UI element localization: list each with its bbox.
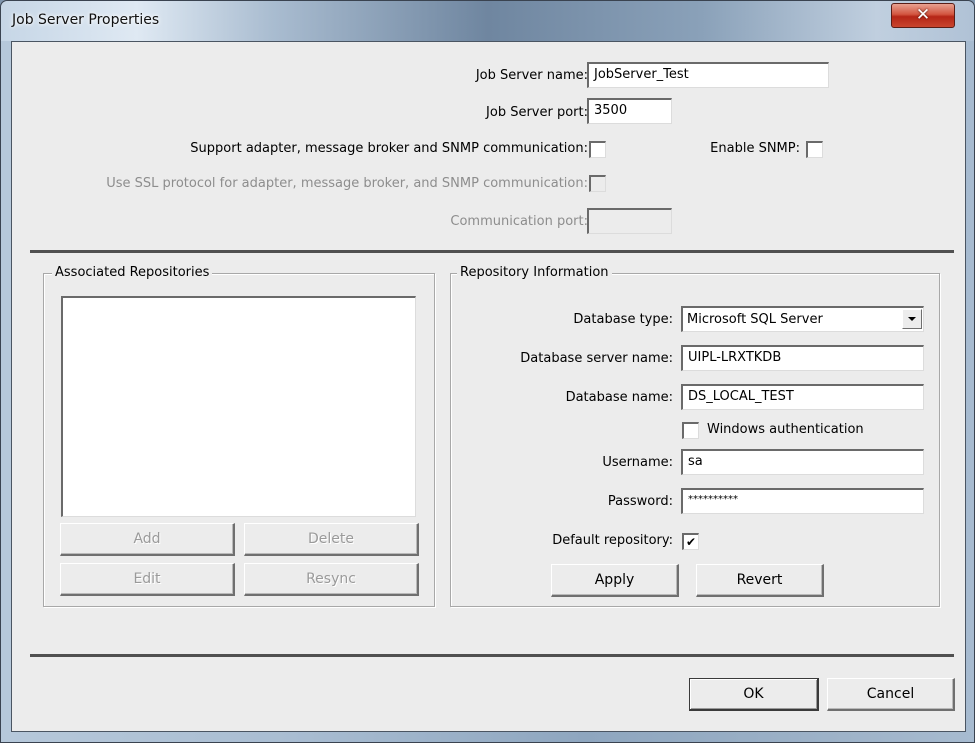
- database-type-label: Database type:: [573, 312, 673, 327]
- ssl-protocol-label: Use SSL protocol for adapter, message br…: [106, 176, 588, 191]
- title-bar[interactable]: Job Server Properties ✕: [1, 1, 974, 41]
- repository-information-group: Repository Information Database type: Mi…: [450, 265, 940, 607]
- resync-repository-button[interactable]: Resync: [244, 563, 419, 596]
- password-input[interactable]: **********: [681, 488, 924, 514]
- edit-repository-button[interactable]: Edit: [60, 563, 235, 596]
- repository-information-title: Repository Information: [457, 265, 612, 280]
- enable-snmp-label: Enable SNMP:: [710, 141, 800, 156]
- checkmark-icon: ✔: [685, 535, 697, 549]
- delete-repository-button[interactable]: Delete: [244, 523, 419, 556]
- job-server-name-label: Job Server name:: [475, 68, 588, 83]
- default-repository-label: Default repository:: [552, 533, 673, 548]
- enable-snmp-checkbox[interactable]: [806, 141, 823, 158]
- job-server-name-input[interactable]: JobServer_Test: [587, 62, 829, 88]
- communication-port-input[interactable]: [587, 208, 672, 234]
- windows-authentication-label: Windows authentication: [707, 422, 864, 437]
- database-type-value: Microsoft SQL Server: [687, 312, 823, 327]
- password-label: Password:: [607, 494, 673, 509]
- apply-button[interactable]: Apply: [551, 564, 679, 597]
- repositories-list[interactable]: [61, 296, 416, 517]
- default-repository-checkbox[interactable]: ✔: [682, 533, 699, 550]
- job-server-port-input[interactable]: 3500: [587, 98, 672, 124]
- database-name-input[interactable]: DS_LOCAL_TEST: [681, 384, 924, 410]
- job-server-port-label: Job Server port:: [486, 105, 588, 120]
- dialog-content: Job Server name: JobServer_Test Job Serv…: [11, 41, 966, 732]
- window-title: Job Server Properties: [12, 12, 160, 28]
- dropdown-arrow-button[interactable]: [902, 309, 922, 329]
- separator-bottom: [30, 654, 954, 657]
- username-input[interactable]: sa: [681, 449, 924, 475]
- username-label: Username:: [602, 455, 673, 470]
- support-communication-checkbox[interactable]: [589, 141, 606, 158]
- communication-port-label: Communication port:: [450, 214, 588, 229]
- associated-repositories-title: Associated Repositories: [52, 265, 213, 280]
- close-button[interactable]: ✕: [891, 3, 955, 28]
- support-communication-label: Support adapter, message broker and SNMP…: [190, 141, 588, 156]
- database-server-name-label: Database server name:: [520, 351, 673, 366]
- ok-button[interactable]: OK: [689, 678, 819, 711]
- associated-repositories-group: Associated Repositories Add Delete Edit …: [43, 265, 435, 607]
- separator-top: [30, 250, 954, 253]
- database-name-label: Database name:: [565, 390, 673, 405]
- windows-authentication-checkbox[interactable]: [682, 422, 699, 439]
- revert-button[interactable]: Revert: [696, 564, 824, 597]
- chevron-down-icon: [908, 317, 916, 321]
- add-repository-button[interactable]: Add: [60, 523, 235, 556]
- close-icon: ✕: [915, 5, 931, 25]
- dialog-window: Job Server Properties ✕ Job Server name:…: [0, 0, 975, 743]
- cancel-button[interactable]: Cancel: [827, 678, 955, 711]
- database-server-name-input[interactable]: UIPL-LRXTKDB: [681, 345, 924, 371]
- database-type-select[interactable]: Microsoft SQL Server: [681, 306, 924, 332]
- ssl-protocol-checkbox[interactable]: [589, 175, 606, 192]
